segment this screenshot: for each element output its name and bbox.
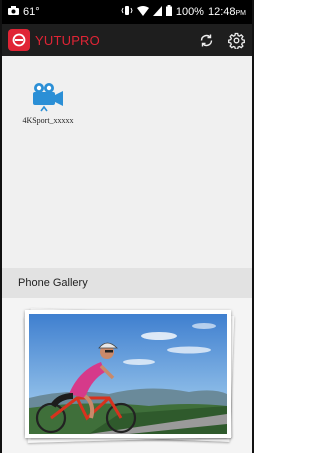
device-name: 4KSport_xxxxx <box>22 116 74 125</box>
vibrate-icon <box>121 6 133 18</box>
app-title: YUTUPRO <box>35 32 100 48</box>
signal-icon <box>152 5 162 19</box>
phone-gallery-header[interactable]: Phone Gallery <box>2 268 252 298</box>
video-camera-icon <box>33 83 63 112</box>
app-screen: 61° 100% 12:48PM YUTUPRO 4KSport_xxxxx P… <box>2 0 252 453</box>
battery-level: 100% <box>175 6 204 18</box>
wifi-icon <box>136 5 149 19</box>
clock-ampm: PM <box>235 10 247 17</box>
camera-icon <box>8 6 19 18</box>
settings-gear-icon <box>227 32 245 49</box>
battery-temp: 61° <box>23 6 40 18</box>
gallery-thumbnail[interactable] <box>22 308 237 446</box>
clock: 12:48PM <box>208 6 246 18</box>
phone-gallery <box>2 298 252 453</box>
clock-time: 12:48 <box>207 6 236 18</box>
yutupro-logo-icon <box>8 29 30 51</box>
app-bar: YUTUPRO <box>2 24 252 56</box>
settings-button[interactable] <box>226 30 246 50</box>
battery-icon <box>165 5 172 19</box>
device-item[interactable]: 4KSport_xxxxx <box>16 80 80 125</box>
cyclist-photo <box>25 310 231 438</box>
status-bar: 61° 100% 12:48PM <box>2 0 252 24</box>
device-list: 4KSport_xxxxx <box>2 56 252 268</box>
refresh-button[interactable] <box>196 30 216 50</box>
refresh-icon <box>200 34 212 46</box>
right-border <box>252 0 254 453</box>
